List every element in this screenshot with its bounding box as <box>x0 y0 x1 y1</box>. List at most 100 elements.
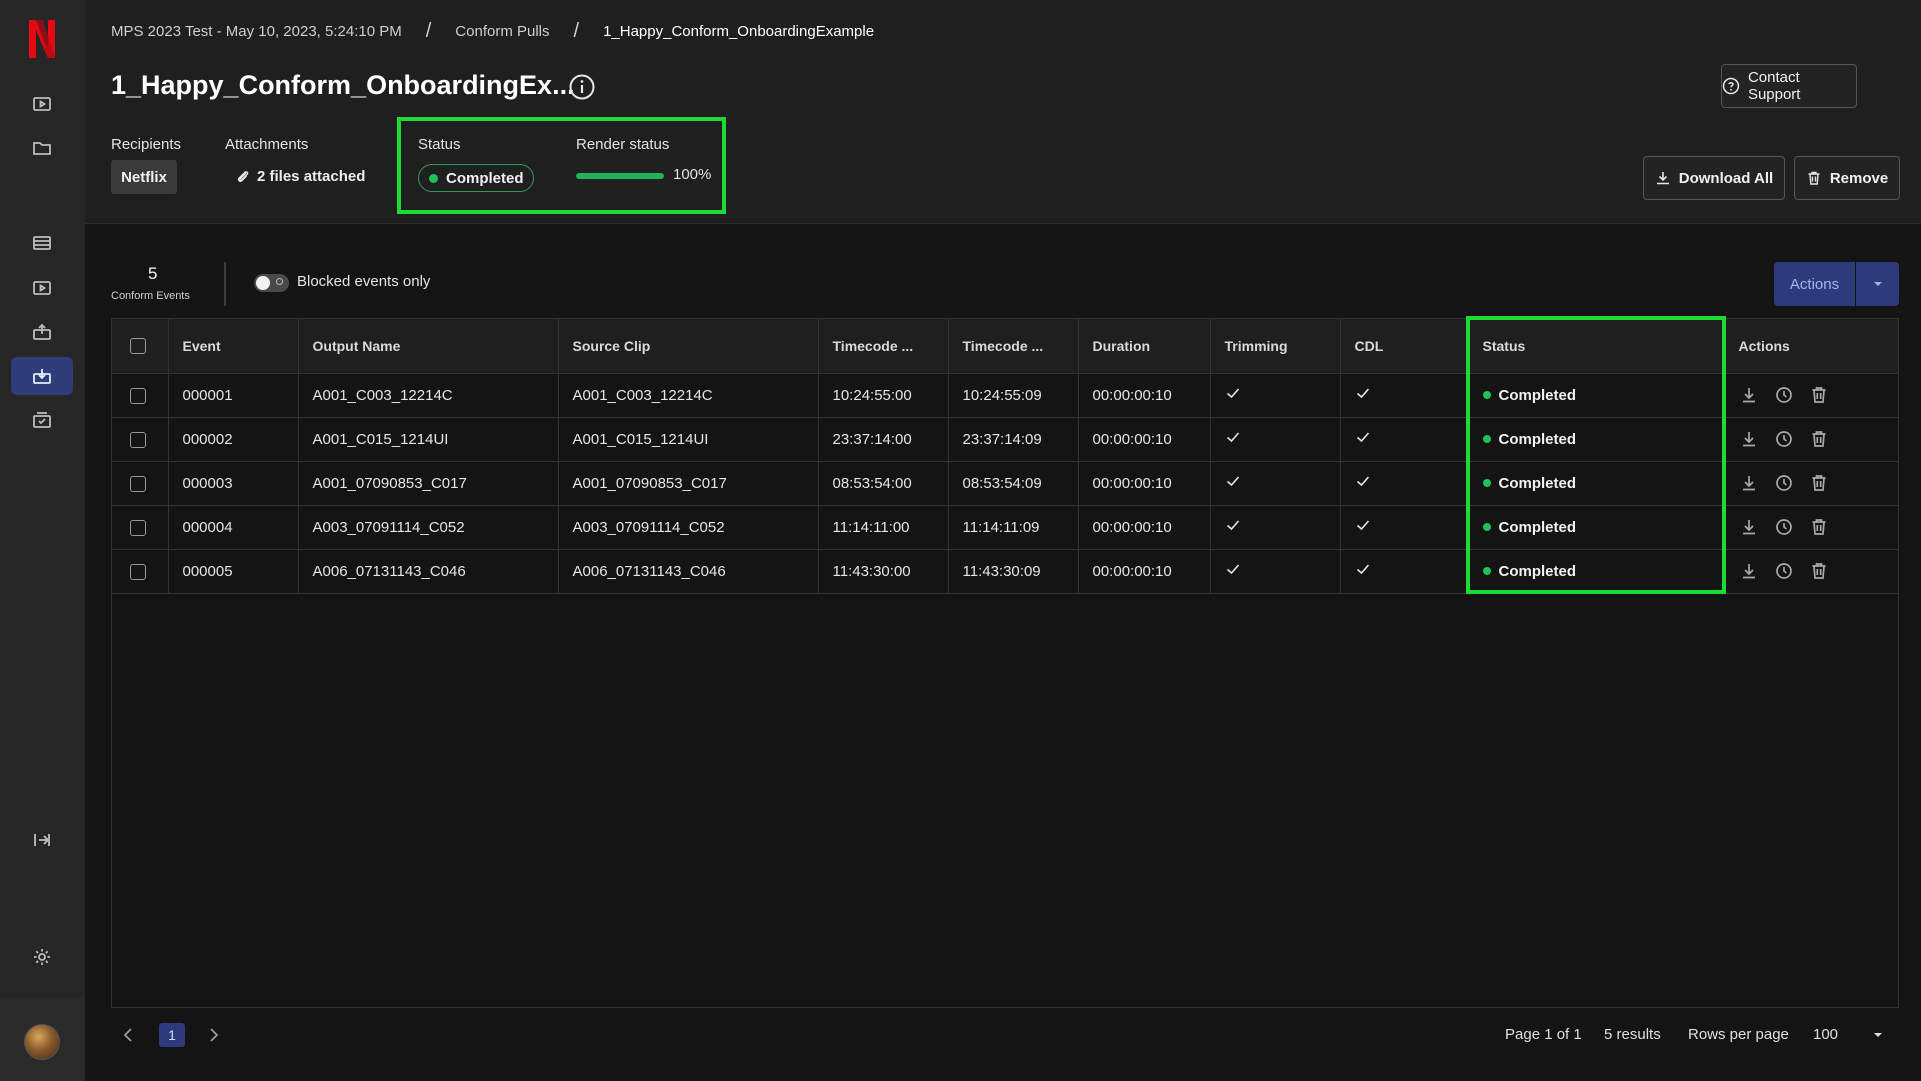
column-header-duration[interactable]: Duration <box>1078 319 1211 374</box>
timecode-in-cell: 11:14:11:00 <box>818 505 949 550</box>
nav-upload-icon[interactable] <box>24 314 60 350</box>
trash-icon[interactable] <box>1809 561 1829 581</box>
attachments-link[interactable]: 2 files attached <box>235 168 365 185</box>
event-cell: 000005 <box>168 549 299 594</box>
row-status-label: Completed <box>1498 386 1577 404</box>
output-name-cell: A001_C015_1214UI <box>298 417 559 462</box>
row-checkbox[interactable] <box>130 519 146 536</box>
row-actions-cell <box>1724 549 1898 594</box>
nav-folder-icon[interactable] <box>24 130 60 166</box>
breadcrumb-project[interactable]: MPS 2023 Test - May 10, 2023, 5:24:10 PM <box>111 23 402 40</box>
settings-gear-icon[interactable] <box>24 939 60 975</box>
download-all-button[interactable]: Download All <box>1643 156 1785 200</box>
column-header-source-clip[interactable]: Source Clip <box>558 319 819 374</box>
table-row[interactable]: 000003 A001_07090853_C017 A001_07090853_C0… <box>112 461 1898 506</box>
actions-dropdown-button[interactable] <box>1856 262 1899 306</box>
row-status-label: Completed <box>1498 474 1577 492</box>
duration-cell: 00:00:00:10 <box>1078 549 1211 594</box>
user-avatar[interactable] <box>24 1024 60 1060</box>
nav-deliverables-icon[interactable] <box>24 402 60 438</box>
history-clock-icon[interactable] <box>1774 517 1794 537</box>
table-row[interactable]: 000002 A001_C015_1214UI A001_C015_1214UI 23… <box>112 417 1898 462</box>
history-clock-icon[interactable] <box>1774 385 1794 405</box>
column-header-cdl[interactable]: CDL <box>1340 319 1469 374</box>
status-cell: Completed <box>1468 505 1725 550</box>
event-cell: 000002 <box>168 417 299 462</box>
page-number-button[interactable]: 1 <box>159 1023 185 1047</box>
column-header-actions: Actions <box>1724 319 1898 374</box>
history-clock-icon[interactable] <box>1774 473 1794 493</box>
trash-icon[interactable] <box>1809 429 1829 449</box>
caret-down-icon <box>1874 1032 1882 1037</box>
sidebar <box>0 0 85 1081</box>
download-icon[interactable] <box>1739 561 1759 581</box>
cdl-check-cell <box>1340 549 1469 594</box>
nav-play-icon[interactable] <box>24 86 60 122</box>
source-clip-cell: A001_C015_1214UI <box>558 417 819 462</box>
row-checkbox[interactable] <box>130 563 146 580</box>
download-icon[interactable] <box>1739 517 1759 537</box>
pagination-bar: 1 Page 1 of 1 5 results Rows per page 10… <box>111 1007 1899 1062</box>
collapse-sidebar-icon[interactable] <box>24 822 60 858</box>
trash-icon[interactable] <box>1809 517 1829 537</box>
nav-media-icon[interactable] <box>24 270 60 306</box>
download-icon[interactable] <box>1739 429 1759 449</box>
table-row[interactable]: 000001 A001_C003_12214C A001_C003_12214C 10… <box>112 373 1898 418</box>
duration-cell: 00:00:00:10 <box>1078 373 1211 418</box>
table-header-row: Event Output Name Source Clip Timecode .… <box>112 319 1898 374</box>
select-all-checkbox[interactable] <box>130 338 146 355</box>
timecode-in-cell: 10:24:55:00 <box>818 373 949 418</box>
toggle-off-icon <box>276 278 283 285</box>
breadcrumb: MPS 2023 Test - May 10, 2023, 5:24:10 PM… <box>111 20 874 43</box>
column-header-timecode-in[interactable]: Timecode ... <box>818 319 949 374</box>
column-header-trimming[interactable]: Trimming <box>1210 319 1341 374</box>
previous-page-icon[interactable] <box>119 1025 139 1045</box>
next-page-icon[interactable] <box>203 1025 223 1045</box>
row-status-label: Completed <box>1498 562 1577 580</box>
download-icon[interactable] <box>1739 473 1759 493</box>
row-checkbox[interactable] <box>130 475 146 492</box>
source-clip-cell: A003_07091114_C052 <box>558 505 819 550</box>
row-checkbox[interactable] <box>130 431 146 448</box>
nav-film-icon[interactable] <box>24 225 60 261</box>
trash-icon[interactable] <box>1809 473 1829 493</box>
download-icon[interactable] <box>1739 385 1759 405</box>
column-header-output-name[interactable]: Output Name <box>298 319 559 374</box>
trash-icon <box>1808 171 1820 185</box>
duration-cell: 00:00:00:10 <box>1078 417 1211 462</box>
download-icon <box>1656 172 1669 185</box>
blocked-events-toggle[interactable] <box>254 274 289 292</box>
column-header-event[interactable]: Event <box>168 319 299 374</box>
column-header-timecode-out[interactable]: Timecode ... <box>948 319 1079 374</box>
rows-per-page-select[interactable]: 100 <box>1813 1026 1883 1043</box>
trimming-check-cell <box>1210 549 1341 594</box>
breadcrumb-conform-pulls[interactable]: Conform Pulls <box>455 23 549 40</box>
page-of-text: Page 1 of 1 <box>1505 1026 1582 1043</box>
contact-support-button[interactable]: Contact Support <box>1721 64 1857 108</box>
trimming-check-cell <box>1210 505 1341 550</box>
row-status-label: Completed <box>1498 518 1577 536</box>
table-row[interactable]: 000005 A006_07131143_C046 A006_07131143_C0… <box>112 549 1898 594</box>
status-dot-icon <box>1482 391 1491 399</box>
history-clock-icon[interactable] <box>1774 429 1794 449</box>
column-header-status[interactable]: Status <box>1468 319 1725 374</box>
event-cell: 000003 <box>168 461 299 506</box>
actions-button[interactable]: Actions <box>1774 262 1855 306</box>
row-actions-cell <box>1724 373 1898 418</box>
row-checkbox[interactable] <box>130 387 146 404</box>
breadcrumb-separator: / <box>425 20 432 42</box>
attachments-value: 2 files attached <box>257 168 366 185</box>
remove-button[interactable]: Remove <box>1794 156 1900 200</box>
cdl-check-cell <box>1340 505 1469 550</box>
history-clock-icon[interactable] <box>1774 561 1794 581</box>
nav-conform-icon[interactable] <box>11 357 73 395</box>
info-icon[interactable] <box>568 73 596 101</box>
cdl-check-cell <box>1340 373 1469 418</box>
contact-support-label: Contact Support <box>1747 69 1801 103</box>
trimming-check-cell <box>1210 373 1341 418</box>
netflix-logo[interactable] <box>27 18 57 60</box>
cdl-check-icon <box>1356 432 1369 443</box>
trash-icon[interactable] <box>1809 385 1829 405</box>
table-row[interactable]: 000004 A003_07091114_C052 A003_07091114_C0… <box>112 505 1898 550</box>
output-name-cell: A001_C003_12214C <box>298 373 559 418</box>
